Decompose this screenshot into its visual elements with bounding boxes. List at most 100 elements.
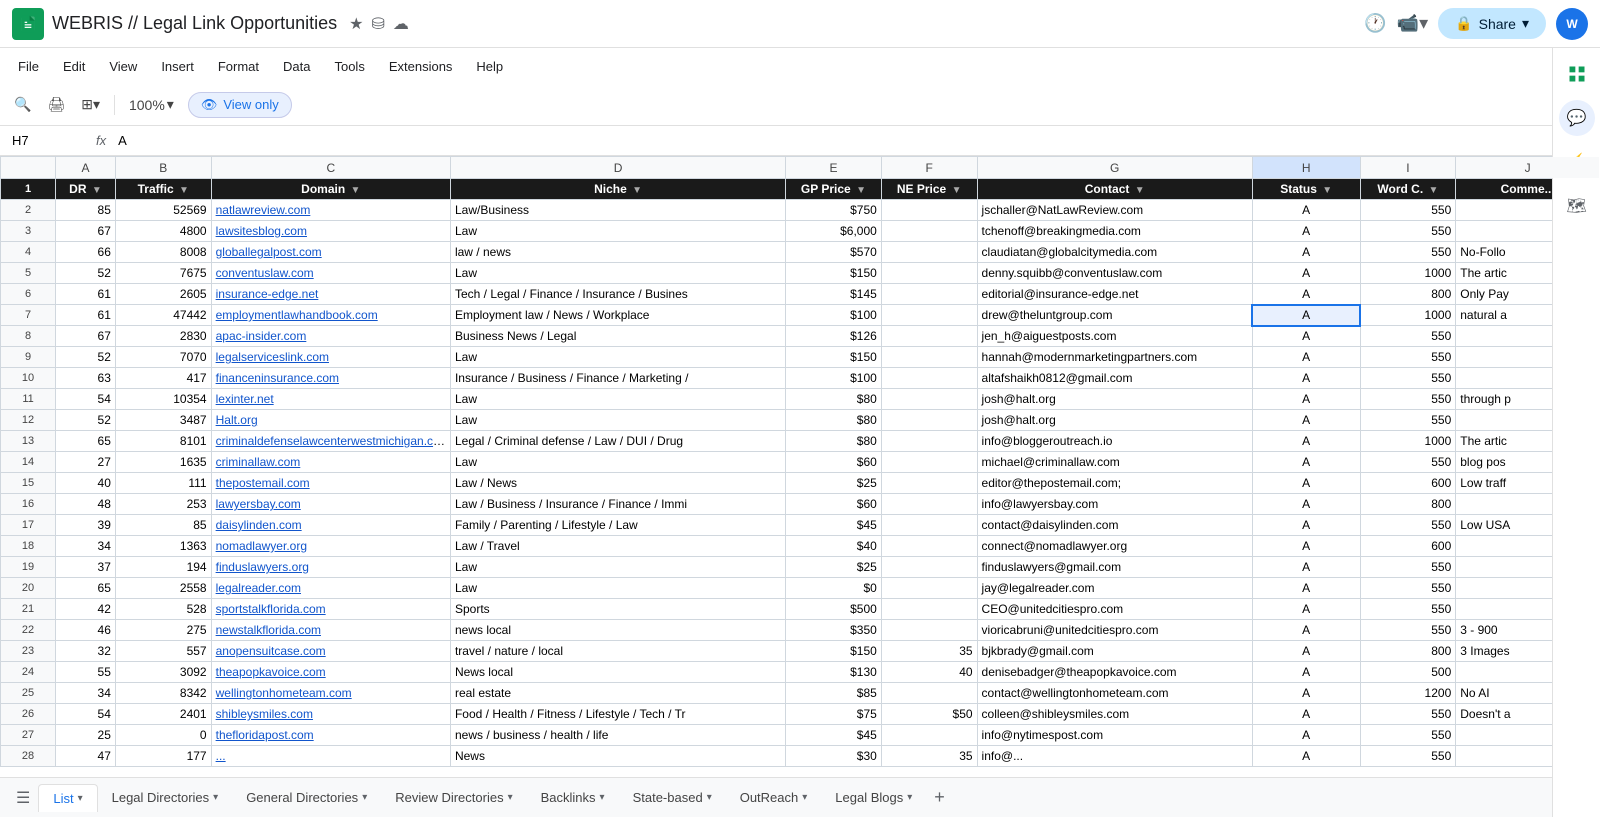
domain-link-26[interactable]: shibleysmiles.com — [216, 707, 313, 721]
cell-28-traffic[interactable]: 177 — [115, 746, 211, 767]
cell-8-traffic[interactable]: 2830 — [115, 326, 211, 347]
cell-14-niche[interactable]: Law — [450, 452, 785, 473]
col-header-b[interactable]: B — [115, 157, 211, 179]
cell-25-domain[interactable]: wellingtonhometeam.com — [211, 683, 450, 704]
col-header-h[interactable]: H — [1252, 157, 1360, 179]
cell-16-contact[interactable]: info@lawyersbay.com — [977, 494, 1252, 515]
share-button[interactable]: 🔒 Share ▾ — [1438, 8, 1546, 39]
cell-15-dr[interactable]: 40 — [56, 473, 116, 494]
cell-14-traffic[interactable]: 1635 — [115, 452, 211, 473]
cell-13-ne[interactable] — [881, 431, 977, 452]
cell-18-domain[interactable]: nomadlawyer.org — [211, 536, 450, 557]
cell-5-domain[interactable]: conventuslaw.com — [211, 263, 450, 284]
cell-24-ne[interactable]: 40 — [881, 662, 977, 683]
domain-link-14[interactable]: criminallaw.com — [216, 455, 301, 469]
tab-outreach[interactable]: OutReach ▾ — [726, 784, 822, 811]
cell-15-niche[interactable]: Law / News — [450, 473, 785, 494]
cell-6-gp[interactable]: $145 — [786, 284, 882, 305]
domain-link-24[interactable]: theapopkavoice.com — [216, 665, 326, 679]
cell-5-gp[interactable]: $150 — [786, 263, 882, 284]
cell-27-contact[interactable]: info@nytimespost.com — [977, 725, 1252, 746]
cell-2-dr[interactable]: 85 — [56, 200, 116, 221]
cell-25-traffic[interactable]: 8342 — [115, 683, 211, 704]
cell-7-wordc[interactable]: 1000 — [1360, 305, 1456, 326]
cell-9-contact[interactable]: hannah@modernmarketingpartners.com — [977, 347, 1252, 368]
domain-link-16[interactable]: lawyersbay.com — [216, 497, 301, 511]
domain-link-20[interactable]: legalreader.com — [216, 581, 301, 595]
cell-20-niche[interactable]: Law — [450, 578, 785, 599]
cell-19-traffic[interactable]: 194 — [115, 557, 211, 578]
cell-26-niche[interactable]: Food / Health / Fitness / Lifestyle / Te… — [450, 704, 785, 725]
menu-data[interactable]: Data — [273, 55, 320, 78]
domain-link-11[interactable]: lexinter.net — [216, 392, 274, 406]
cell-11-dr[interactable]: 54 — [56, 389, 116, 410]
cell-24-wordc[interactable]: 500 — [1360, 662, 1456, 683]
domain-link-27[interactable]: thefloridapost.com — [216, 728, 314, 742]
cell-21-ne[interactable] — [881, 599, 977, 620]
cell-3-gp[interactable]: $6,000 — [786, 221, 882, 242]
cell-26-dr[interactable]: 54 — [56, 704, 116, 725]
cell-27-dr[interactable]: 25 — [56, 725, 116, 746]
col-header-f[interactable]: F — [881, 157, 977, 179]
domain-link-13[interactable]: criminaldefenselawcenterwestmichigan.com — [216, 434, 450, 448]
cell-5-dr[interactable]: 52 — [56, 263, 116, 284]
cell-18-contact[interactable]: connect@nomadlawyer.org — [977, 536, 1252, 557]
cell-9-status[interactable]: A — [1252, 347, 1360, 368]
cell-27-gp[interactable]: $45 — [786, 725, 882, 746]
domain-link-28[interactable]: ... — [216, 749, 226, 763]
cell-9-dr[interactable]: 52 — [56, 347, 116, 368]
cell-11-niche[interactable]: Law — [450, 389, 785, 410]
cell-25-niche[interactable]: real estate — [450, 683, 785, 704]
cell-8-ne[interactable] — [881, 326, 977, 347]
cell-17-wordc[interactable]: 550 — [1360, 515, 1456, 536]
cell-11-traffic[interactable]: 10354 — [115, 389, 211, 410]
cell-3-domain[interactable]: lawsitesblog.com — [211, 221, 450, 242]
cell-15-ne[interactable] — [881, 473, 977, 494]
cell-4-domain[interactable]: globallegalpost.com — [211, 242, 450, 263]
cell-11-contact[interactable]: josh@halt.org — [977, 389, 1252, 410]
cell-3-contact[interactable]: tchenoff@breakingmedia.com — [977, 221, 1252, 242]
cell-20-gp[interactable]: $0 — [786, 578, 882, 599]
cell-18-niche[interactable]: Law / Travel — [450, 536, 785, 557]
cell-26-gp[interactable]: $75 — [786, 704, 882, 725]
menu-edit[interactable]: Edit — [53, 55, 95, 78]
cell-16-traffic[interactable]: 253 — [115, 494, 211, 515]
tab-backlinks[interactable]: Backlinks ▾ — [527, 784, 619, 811]
cell-23-traffic[interactable]: 557 — [115, 641, 211, 662]
col-header-j[interactable]: J — [1456, 157, 1600, 179]
cell-19-wordc[interactable]: 550 — [1360, 557, 1456, 578]
cell-16-ne[interactable] — [881, 494, 977, 515]
cell-12-dr[interactable]: 52 — [56, 410, 116, 431]
domain-link-18[interactable]: nomadlawyer.org — [216, 539, 307, 553]
cell-28-niche[interactable]: News — [450, 746, 785, 767]
cell-15-wordc[interactable]: 600 — [1360, 473, 1456, 494]
cell-24-dr[interactable]: 55 — [56, 662, 116, 683]
cell-21-dr[interactable]: 42 — [56, 599, 116, 620]
domain-link-9[interactable]: legalserviceslink.com — [216, 350, 329, 364]
cell-8-niche[interactable]: Business News / Legal — [450, 326, 785, 347]
cell-25-dr[interactable]: 34 — [56, 683, 116, 704]
sheets-button[interactable]: ⊞▾ — [75, 92, 106, 117]
cell-13-contact[interactable]: info@bloggeroutreach.io — [977, 431, 1252, 452]
cell-23-wordc[interactable]: 800 — [1360, 641, 1456, 662]
sidebar-icon-maps[interactable]: 🗺 — [1559, 188, 1595, 224]
cell-25-status[interactable]: A — [1252, 683, 1360, 704]
cell-24-contact[interactable]: denisebadger@theapopkavoice.com — [977, 662, 1252, 683]
cell-12-gp[interactable]: $80 — [786, 410, 882, 431]
cell-10-gp[interactable]: $100 — [786, 368, 882, 389]
cell-22-gp[interactable]: $350 — [786, 620, 882, 641]
cell-3-ne[interactable] — [881, 221, 977, 242]
cell-24-niche[interactable]: News local — [450, 662, 785, 683]
cell-7-traffic[interactable]: 47442 — [115, 305, 211, 326]
cell-17-status[interactable]: A — [1252, 515, 1360, 536]
cell-11-ne[interactable] — [881, 389, 977, 410]
cell-8-status[interactable]: A — [1252, 326, 1360, 347]
cell-5-niche[interactable]: Law — [450, 263, 785, 284]
hamburger-button[interactable]: ☰ — [8, 784, 38, 812]
domain-link-10[interactable]: financeninsurance.com — [216, 371, 339, 385]
cell-23-contact[interactable]: bjkbrady@gmail.com — [977, 641, 1252, 662]
col-header-a[interactable]: A — [56, 157, 116, 179]
domain-link-7[interactable]: employmentlawhandbook.com — [216, 308, 378, 322]
cell-13-dr[interactable]: 65 — [56, 431, 116, 452]
sidebar-icon-chat[interactable]: 💬 — [1559, 100, 1595, 136]
